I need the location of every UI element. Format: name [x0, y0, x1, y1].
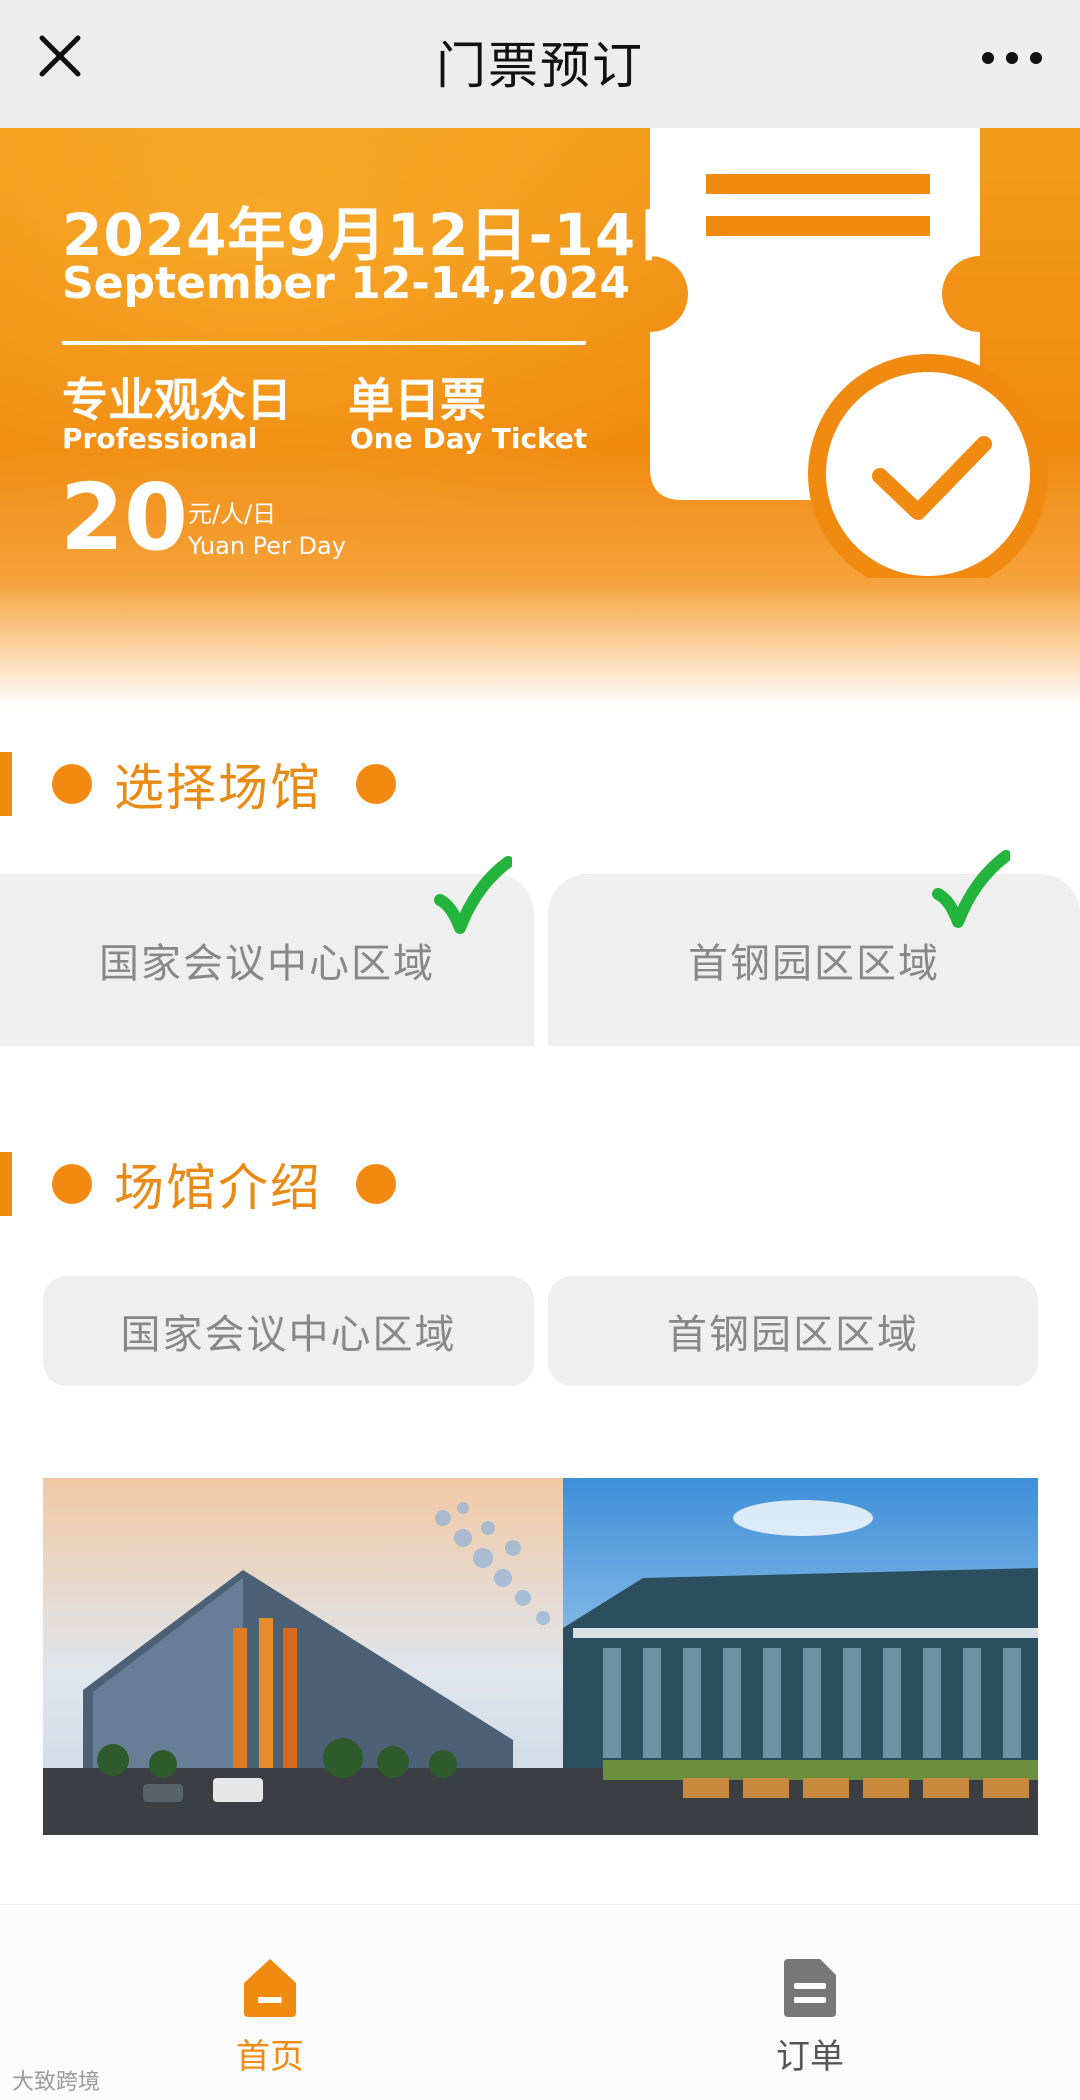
banner-unit-en: Yuan Per Day [188, 532, 346, 560]
home-icon [240, 1955, 300, 2019]
more-dots-icon[interactable] [972, 30, 1052, 86]
dot-icon [356, 764, 396, 804]
ticket-banner: 2024年9月12日-14日 September 12-14,2024 专业观众… [0, 128, 1080, 708]
ticket-check-icon [640, 128, 1080, 594]
venue-option-label: 首钢园区区域 [688, 941, 940, 987]
nav-label: 订单 [776, 2037, 844, 2077]
banner-divider [62, 341, 586, 345]
banner-price: 20 [60, 464, 189, 571]
banner-date-en: September 12-14,2024 [62, 258, 631, 309]
bottom-navigation: 首页 订单 [0, 1904, 1080, 2100]
tab-label: 首钢园区区域 [667, 1312, 919, 1358]
navigation-bar: 门票预订 [0, 0, 1080, 128]
nav-item-orders[interactable]: 订单 [710, 1905, 910, 2100]
section-select-venue: 选择场馆 [0, 742, 1080, 822]
section-title: 场馆介绍 [114, 1159, 322, 1217]
dot-icon [52, 764, 92, 804]
banner-audience-en: Professional [62, 422, 258, 455]
venue-option-label: 国家会议中心区域 [99, 941, 435, 987]
section-accent-bar [0, 1152, 12, 1216]
banner-unit-cn: 元/人/日 [188, 500, 277, 528]
tab-label: 国家会议中心区域 [120, 1312, 457, 1358]
tab-intro-shougang[interactable]: 首钢园区区域 [548, 1276, 1038, 1386]
check-icon [930, 850, 1012, 930]
page-title: 门票预订 [436, 37, 644, 95]
dot-icon [356, 1164, 396, 1204]
banner-ticket-en: One Day Ticket [350, 422, 588, 455]
nav-item-home[interactable]: 首页 [170, 1905, 370, 2100]
dot-icon [52, 1164, 92, 1204]
venue-photo [43, 1478, 1038, 1835]
tab-intro-ncc[interactable]: 国家会议中心区域 [43, 1276, 534, 1386]
section-accent-bar [0, 752, 12, 816]
nav-label: 首页 [236, 2037, 304, 2077]
section-venue-intro: 场馆介绍 [0, 1142, 1080, 1222]
banner-audience-cn: 专业观众日 [62, 373, 292, 427]
watermark: 大致跨境 [12, 2070, 101, 2095]
order-icon [780, 1955, 840, 2019]
section-title: 选择场馆 [114, 759, 322, 817]
banner-ticket-cn: 单日票 [348, 373, 486, 427]
check-icon [432, 856, 514, 936]
